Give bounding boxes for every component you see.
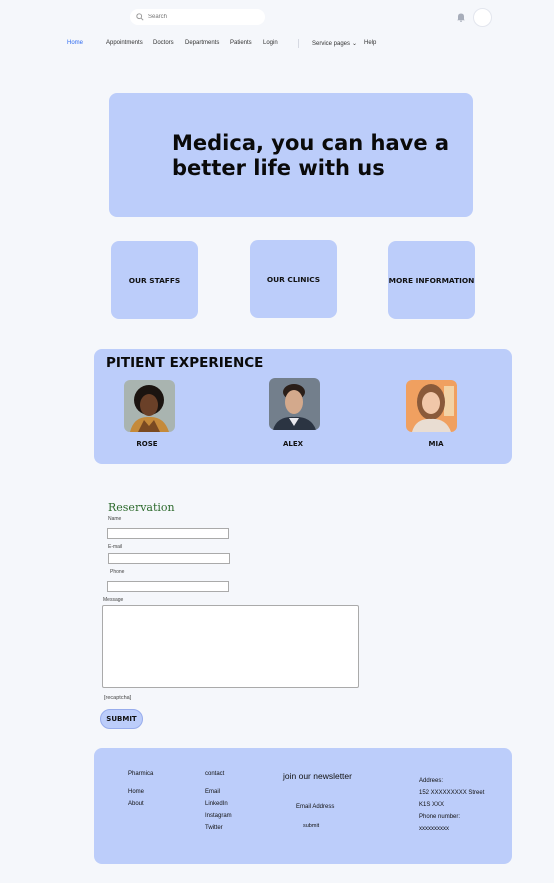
patient-experience-title: PITIENT EXPERIENCE (106, 355, 264, 371)
nav-doctors[interactable]: Doctors (153, 40, 174, 46)
nav-login[interactable]: Login (263, 40, 278, 46)
card-our-staffs[interactable]: OUR STAFFS (111, 241, 198, 319)
search-icon (136, 13, 144, 21)
reservation-title: Reservation (108, 501, 175, 514)
patient-name-rose: ROSE (136, 440, 158, 448)
phone-label: Phone (110, 569, 125, 575)
footer-link-home[interactable]: Home (128, 789, 144, 795)
email-field[interactable] (108, 553, 230, 564)
name-field[interactable] (107, 528, 229, 539)
footer-link-twitter[interactable]: Twitter (205, 825, 223, 831)
patient-photo-mia (406, 380, 457, 432)
nav-appointments[interactable]: Appointments (106, 40, 143, 46)
nav-home[interactable]: Home (67, 40, 83, 46)
hero-title-line-2: better life with us (172, 156, 385, 180)
search-input[interactable] (148, 14, 258, 20)
phone-field[interactable] (107, 581, 229, 592)
email-label: E-mail (108, 544, 123, 550)
bell-icon[interactable] (456, 12, 466, 22)
address-label: Addrees: (419, 778, 444, 784)
nav-departments[interactable]: Departments (185, 40, 219, 46)
recaptcha-placeholder[interactable]: [recaptcha] (104, 695, 131, 701)
card-more-information-label: MORE INFORMATION (388, 275, 475, 285)
patient-name-mia: MIA (428, 440, 444, 448)
card-our-clinics-label: OUR CLINICS (266, 274, 321, 284)
submit-button-label: SUBMIT (106, 715, 137, 723)
phone-number-label: Phone number: (419, 814, 461, 820)
hero-title: Medica, you can have a better life with … (172, 131, 472, 181)
search-bar[interactable] (130, 9, 265, 25)
nav-divider (298, 39, 299, 48)
phone-number-value: xxxxxxxxxx (419, 826, 449, 832)
submit-button[interactable]: SUBMIT (100, 709, 143, 729)
message-field[interactable] (102, 605, 359, 688)
hero-title-line-1: Medica, you can have a (172, 131, 450, 155)
footer-brand: Pharmica (128, 771, 154, 777)
chevron-down-icon: ⌄ (352, 41, 358, 47)
name-label: Name (108, 516, 122, 522)
footer-link-linkedin[interactable]: LinkedIn (205, 801, 228, 807)
newsletter-title: join our newsletter (283, 771, 352, 781)
nav-service-pages[interactable]: Service pages ⌄ (312, 40, 357, 47)
address-postal: K1S XXX (419, 802, 445, 808)
nav-help[interactable]: Help (364, 40, 376, 46)
card-our-staffs-label: OUR STAFFS (128, 275, 181, 285)
footer-link-instagram[interactable]: Instagram (205, 813, 232, 819)
card-more-information[interactable]: MORE INFORMATION (388, 241, 475, 319)
footer-link-about[interactable]: About (128, 801, 144, 807)
user-avatar[interactable] (473, 8, 492, 27)
newsletter-email-field[interactable]: Email Address (296, 804, 334, 810)
card-our-clinics[interactable]: OUR CLINICS (250, 240, 337, 318)
newsletter-submit-button[interactable]: submit (303, 823, 319, 829)
nav-service-pages-label: Service pages (312, 41, 351, 47)
address-street: 152 XXXXXXXXX Street (419, 790, 485, 796)
footer-link-email[interactable]: Email (205, 789, 220, 795)
patient-name-alex: ALEX (282, 440, 304, 448)
message-label: Message (103, 597, 124, 603)
patient-photo-rose (124, 380, 175, 432)
patient-photo-alex (269, 378, 320, 430)
footer-contact-title: contact (205, 771, 225, 777)
nav-patients[interactable]: Patients (230, 40, 252, 46)
